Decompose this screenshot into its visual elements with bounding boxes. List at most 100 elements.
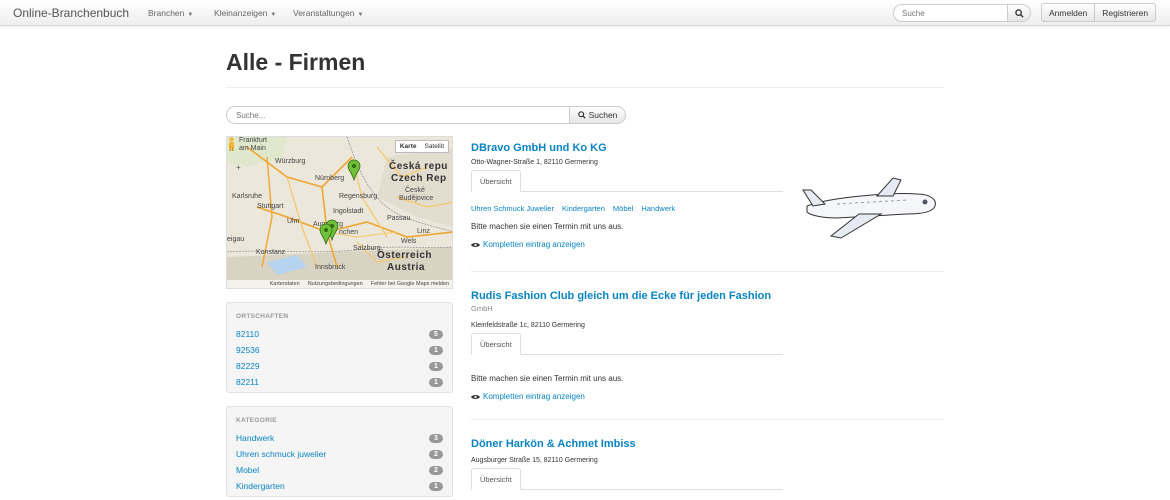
ortschaften-panel: ORTSCHAFTEN 82110 5 92536 1 82229 1 8221… [226,302,453,393]
filter-link-kategorie[interactable]: Handwerk [236,433,274,443]
register-button[interactable]: Registrieren [1095,3,1157,22]
login-button[interactable]: Anmelden [1041,3,1096,22]
filter-link-ort[interactable]: 92536 [236,345,260,355]
map-marker-icon[interactable] [347,159,361,181]
count-badge: 2 [429,465,443,475]
map-label: Stuttgart [257,203,284,210]
map-label: Česká repu [389,161,448,172]
list-item: Handwerk 3 [236,430,443,446]
filter-link-ort[interactable]: 82229 [236,361,260,371]
kategorie-panel: KATEGORIE Handwerk 3 Uhren schmuck juwel… [226,406,453,497]
map-label: Ulm [287,218,300,225]
count-badge: 1 [429,481,443,491]
category-tag-link[interactable]: Möbel [613,204,633,213]
count-badge: 1 [429,377,443,387]
company-title-link[interactable]: DBravo GmbH und Ko KG [471,142,607,154]
category-tag-link[interactable]: Handwerk [641,204,675,213]
map-footer-link[interactable]: Kartendaten [270,281,300,287]
show-full-entry-link[interactable]: Kompletten eintrag anzeigen [471,240,944,249]
page-title: Alle - Firmen [226,49,366,75]
tab-uebersicht[interactable]: Übersicht [471,468,521,490]
nav-menu-veranstaltungen[interactable]: Veranstaltungen ▼ [293,8,363,18]
map-type-satellit[interactable]: Satellit [420,141,448,152]
company-search-button[interactable]: Suchen [569,106,626,124]
list-item: Kindergarten 1 [236,478,443,494]
nav-menu-label: Veranstaltungen [293,8,355,18]
street-view-pegman-icon[interactable] [227,137,236,151]
company-title-link[interactable]: Döner Harkön & Achmet Imbiss [471,438,636,450]
list-item: 82110 5 [236,326,443,342]
nav-menu-branchen[interactable]: Branchen ▼ [148,8,193,18]
show-full-entry-label: Kompletten eintrag anzeigen [483,240,585,249]
company-address: Augsburger Straße 15, 82110 Germering [471,457,598,464]
map-label: Österreich [377,250,433,261]
company-listing: Rudis Fashion Club gleich um die Ecke fü… [471,290,944,401]
caret-down-icon: ▼ [187,12,194,18]
map-label: Würzburg [275,158,306,165]
show-full-entry-link[interactable]: Kompletten eintrag anzeigen [471,392,944,401]
count-badge: 3 [429,433,443,443]
search-button-label: Suchen [588,110,618,120]
company-search-input[interactable] [226,106,570,124]
panel-header: KATEGORIE [236,417,277,424]
map-label: České [405,187,425,194]
map-footer-link[interactable]: Nutzungsbedingungen [308,281,363,287]
filter-link-ort[interactable]: 82110 [236,329,259,339]
search-icon [577,111,586,119]
company-description: Bitte machen sie einen Termin mit uns au… [471,374,624,383]
map-label: Innsbruck [315,264,346,271]
nav-search-input[interactable] [893,4,1008,22]
listing-tabs: Übersicht [471,468,783,490]
nav-search-button[interactable] [1007,4,1031,22]
map-label: Budějovice [399,195,434,202]
map-label: am Main [239,145,266,152]
eye-icon [471,394,480,399]
filter-link-ort[interactable]: 82211 [236,377,259,387]
listing-tabs: Übersicht [471,170,783,192]
map-label: Czech Rep [391,173,447,184]
panel-header: ORTSCHAFTEN [236,313,289,320]
nav-menu-label: Kleinanzeigen [214,8,268,18]
map-type-karte[interactable]: Karte [396,141,421,152]
nav-menu-label: Branchen [148,8,185,18]
nav-menu-kleinanzeigen[interactable]: Kleinanzeigen ▼ [214,8,276,18]
company-title-link[interactable]: Rudis Fashion Club gleich um die Ecke fü… [471,290,771,302]
airplane-icon[interactable] [797,176,943,240]
map-label: Wels [401,238,417,245]
list-item: 92536 1 [236,342,443,358]
map-marker-icon[interactable] [319,223,333,245]
map-footer: Kartendaten Nutzungsbedingungen Fehler b… [227,280,452,288]
zoom-in-button[interactable]: + [236,163,241,172]
map-label: nchen [339,229,359,236]
category-tag-link[interactable]: Uhren Schmuck Juwelier [471,204,554,213]
filter-link-kategorie[interactable]: Kindergarten [236,481,285,491]
map-footer-link[interactable]: Fehler bei Google Maps melden [371,281,449,287]
map-label: eigau [227,236,245,243]
map-label: Ingolstadt [333,208,364,215]
listing-divider [471,419,944,420]
count-badge: 2 [429,449,443,459]
list-item: Uhren schmuck juwelier 2 [236,446,443,462]
google-map[interactable]: Frankfurt am Main Würzburg Nürnberg Rege… [226,136,453,289]
map-type-control: Karte Satellit [394,140,449,153]
brand-link[interactable]: Online-Branchenbuch [13,6,129,20]
tab-uebersicht[interactable]: Übersicht [471,170,521,192]
map-label: Konstanz [256,249,286,256]
map-label: Karlsruhe [232,193,262,200]
category-tag-link[interactable]: Kindergarten [562,204,605,213]
filter-link-kategorie[interactable]: Mobel [236,465,259,475]
company-legal-form: GmbH [471,304,493,313]
tab-uebersicht[interactable]: Übersicht [471,333,521,355]
company-address: Kleinfeldstraße 1c, 82110 Germering [471,322,585,329]
caret-down-icon: ▼ [270,12,277,18]
listing-divider [471,271,944,272]
listing-tabs: Übersicht [471,333,783,355]
eye-icon [471,242,480,247]
count-badge: 5 [429,329,443,339]
map-label: Frankfurt [239,137,268,144]
filter-link-kategorie[interactable]: Uhren schmuck juwelier [236,449,326,459]
count-badge: 1 [429,345,443,355]
search-icon [1014,8,1024,18]
company-listing: Döner Harkön & Achmet Imbiss Augsburger … [471,438,944,490]
map-label: Regensburg [339,193,378,200]
